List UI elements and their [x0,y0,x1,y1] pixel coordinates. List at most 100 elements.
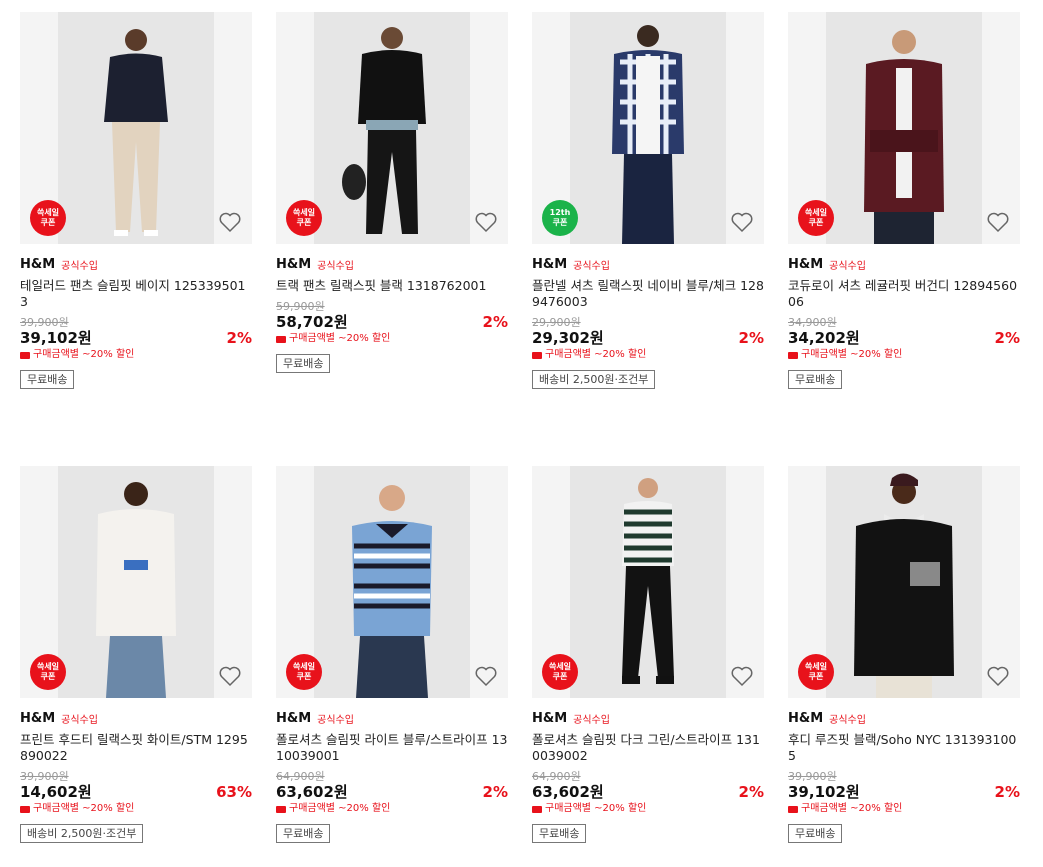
brand-name[interactable]: H&M [20,711,55,726]
product-title[interactable]: 폴로셔츠 슬림핏 다크 그린/스트라이프 1310039002 [532,732,764,764]
coupon-info: 구매금액별 ~20% 할인 [20,802,252,816]
discount-rate: 2% [738,329,764,347]
sale-price: 39,102원 [788,783,860,801]
heart-icon[interactable] [218,664,242,688]
product-title[interactable]: 테일러드 팬츠 슬림핏 베이지 1253395013 [20,278,252,310]
brand-row: H&M 공식수입 [788,710,1020,726]
product-image[interactable]: 쓱세일 쿠폰 [20,12,252,244]
brand-row: H&M 공식수입 [20,256,252,272]
heart-icon[interactable] [474,210,498,234]
heart-icon[interactable] [986,664,1010,688]
price-row: 14,602원 63% [20,782,252,802]
sale-price: 63,602원 [276,783,348,801]
coupon-info: 구매금액별 ~20% 할인 [532,802,764,816]
heart-icon[interactable] [474,664,498,688]
coupon-info: 구매금액별 ~20% 할인 [532,348,764,362]
coupon-text: 구매금액별 ~20% 할인 [545,349,647,360]
original-price: 39,900원 [20,770,69,783]
coupon-icon [788,351,798,359]
brand-row: H&M 공식수입 [788,256,1020,272]
sale-price: 39,102원 [20,329,92,347]
official-import-tag: 공식수입 [573,714,610,726]
product-image[interactable]: 12th 쿠폰 [532,12,764,244]
shipping-tag: 무료배송 [788,370,843,389]
official-import-tag: 공식수입 [61,714,98,726]
product-title[interactable]: 폴로셔츠 슬림핏 라이트 블루/스트라이프 1310039001 [276,732,508,764]
product-image[interactable]: 쓱세일 쿠폰 [532,466,764,698]
coupon-icon [532,351,542,359]
product-image[interactable]: 쓱세일 쿠폰 [788,12,1020,244]
brand-name[interactable]: H&M [788,257,823,272]
discount-rate: 2% [994,329,1020,347]
badge-line: 쓱세일 [548,662,572,671]
badge-line: 쿠폰 [552,672,568,681]
coupon-info: 구매금액별 ~20% 할인 [276,802,508,816]
product-image[interactable]: 쓱세일 쿠폰 [276,466,508,698]
shipping-tag: 배송비 2,500원·조건부 [532,370,656,389]
official-import-tag: 공식수입 [829,260,866,272]
coupon-info: 구매금액별 ~20% 할인 [788,802,1020,816]
product-photo [58,466,214,698]
product-photo [570,466,726,698]
discount-rate: 2% [226,329,252,347]
shipping-tag: 무료배송 [20,370,75,389]
product-title[interactable]: 플란넬 셔츠 릴랙스핏 네이비 블루/체크 1289476003 [532,278,764,310]
badge-line: 쿠폰 [808,218,824,227]
shipping-tag: 무료배송 [276,824,331,843]
product-card[interactable]: 쓱세일 쿠폰 H&M 공식수입 폴로셔츠 슬림핏 다크 그린/스트라이프 131… [532,466,764,843]
brand-name[interactable]: H&M [276,711,311,726]
heart-icon[interactable] [730,210,754,234]
product-card[interactable]: 쓱세일 쿠폰 H&M 공식수입 코듀로이 셔츠 레귤러핏 버건디 1289456… [788,12,1020,389]
brand-name[interactable]: H&M [532,257,567,272]
sale-coupon-badge: 쓱세일 쿠폰 [798,654,834,690]
product-title[interactable]: 후디 루즈핏 블랙/Soho NYC 1313931005 [788,732,1020,764]
product-card[interactable]: 쓱세일 쿠폰 H&M 공식수입 후디 루즈핏 블랙/Soho NYC 13139… [788,466,1020,843]
coupon-icon [276,805,286,813]
coupon-icon [532,805,542,813]
product-card[interactable]: 쓱세일 쿠폰 H&M 공식수입 폴로셔츠 슬림핏 라이트 블루/스트라이프 13… [276,466,508,843]
original-price: 39,900원 [20,316,69,329]
price-row: 39,102원 2% [788,782,1020,802]
heart-icon[interactable] [218,210,242,234]
sale-price: 63,602원 [532,783,604,801]
sale-coupon-badge: 쓱세일 쿠폰 [30,654,66,690]
product-title[interactable]: 코듀로이 셔츠 레귤러핏 버건디 1289456006 [788,278,1020,310]
brand-name[interactable]: H&M [276,257,311,272]
product-card[interactable]: 12th 쿠폰 H&M 공식수입 플란넬 셔츠 릴랙스핏 네이비 블루/체크 1… [532,12,764,389]
coupon-icon [788,805,798,813]
product-image[interactable]: 쓱세일 쿠폰 [276,12,508,244]
product-card[interactable]: 쓱세일 쿠폰 H&M 공식수입 프린트 후드티 릴랙스핏 화이트/STM 129… [20,466,252,843]
product-image[interactable]: 쓱세일 쿠폰 [20,466,252,698]
coupon-text: 구매금액별 ~20% 할인 [801,349,903,360]
sale-coupon-badge: 쓱세일 쿠폰 [286,654,322,690]
badge-line: 쓱세일 [36,208,60,217]
product-image[interactable]: 쓱세일 쿠폰 [788,466,1020,698]
brand-name[interactable]: H&M [788,711,823,726]
product-card[interactable]: 쓱세일 쿠폰 H&M 공식수입 트랙 팬츠 릴랙스핏 블랙 1318762001… [276,12,508,373]
price-row: 63,602원 2% [532,782,764,802]
coupon-text: 구매금액별 ~20% 할인 [801,803,903,814]
sale-price: 14,602원 [20,783,92,801]
badge-line: 12th [549,208,571,217]
sale-coupon-badge: 쓱세일 쿠폰 [798,200,834,236]
coupon-info: 구매금액별 ~20% 할인 [276,332,508,346]
coupon-text: 구매금액별 ~20% 할인 [289,333,391,344]
brand-name[interactable]: H&M [20,257,55,272]
product-title[interactable]: 트랙 팬츠 릴랙스핏 블랙 1318762001 [276,278,508,294]
heart-icon[interactable] [730,664,754,688]
official-import-tag: 공식수입 [61,260,98,272]
coupon-info: 구매금액별 ~20% 할인 [788,348,1020,362]
brand-name[interactable]: H&M [532,711,567,726]
brand-row: H&M 공식수입 [532,256,764,272]
product-card[interactable]: 쓱세일 쿠폰 H&M 공식수입 테일러드 팬츠 슬림핏 베이지 12533950… [20,12,252,389]
product-photo [826,12,982,244]
heart-icon[interactable] [986,210,1010,234]
product-title[interactable]: 프린트 후드티 릴랙스핏 화이트/STM 1295890022 [20,732,252,764]
brand-row: H&M 공식수입 [276,710,508,726]
shipping-tag: 무료배송 [788,824,843,843]
badge-line: 쿠폰 [40,672,56,681]
anniversary-coupon-badge: 12th 쿠폰 [542,200,578,236]
sale-coupon-badge: 쓱세일 쿠폰 [542,654,578,690]
discount-rate: 2% [482,313,508,331]
price-row: 58,702원 2% [276,312,508,332]
